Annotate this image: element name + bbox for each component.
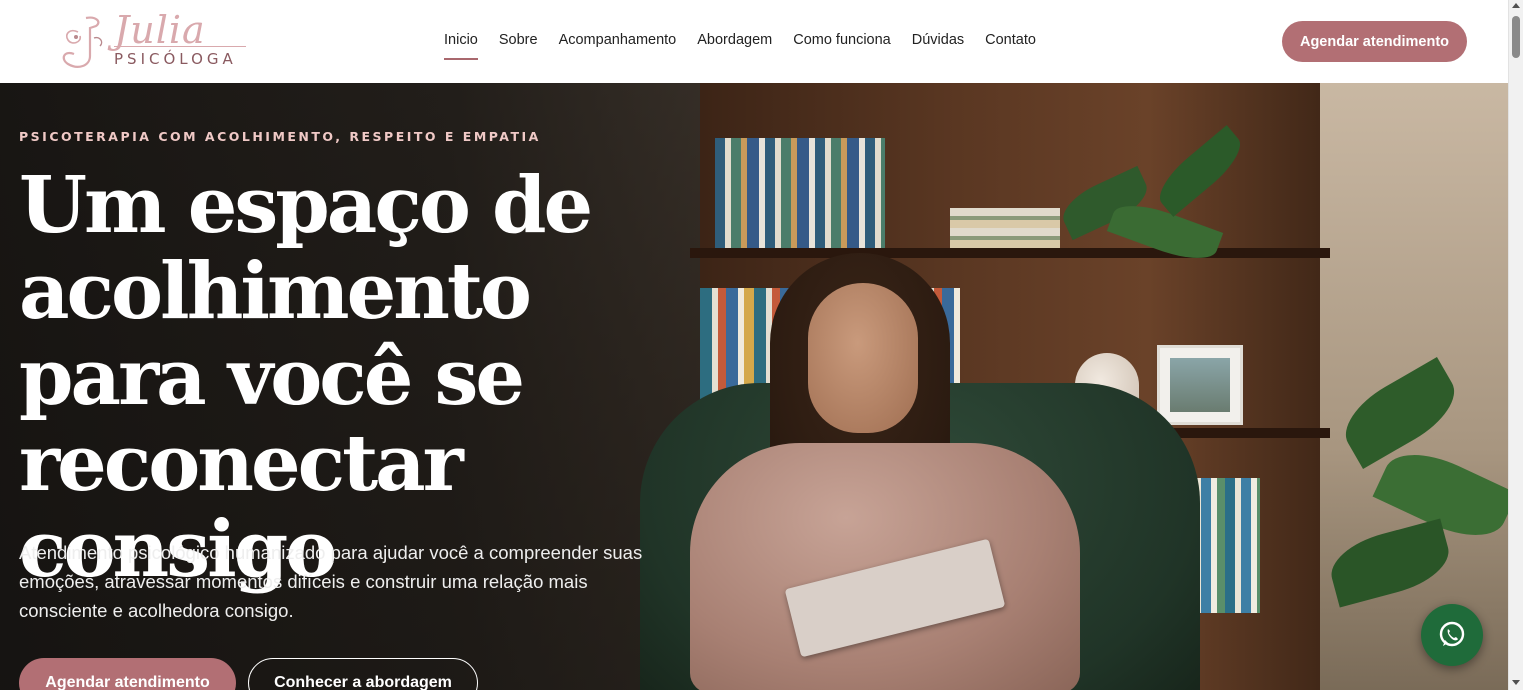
person-face: [808, 283, 918, 433]
shelf-board: [690, 248, 1330, 258]
nav-item-duvidas[interactable]: Dúvidas: [912, 32, 964, 48]
hero-subtitle: Atendimento psicológico humanizado para …: [19, 542, 643, 621]
nav-item-como-funciona[interactable]: Como funciona: [793, 32, 891, 48]
header-schedule-button[interactable]: Agendar atendimento: [1282, 21, 1467, 62]
nav-item-contato[interactable]: Contato: [985, 32, 1036, 48]
nav-item-sobre[interactable]: Sobre: [499, 32, 538, 48]
frame-photo: [1170, 358, 1230, 412]
nav-item-abordagem[interactable]: Abordagem: [697, 32, 772, 48]
hero-section: PSICOTERAPIA COM ACOLHIMENTO, RESPEITO E…: [0, 83, 1508, 690]
books: [715, 138, 885, 248]
scroll-thumb[interactable]: [1512, 16, 1520, 58]
page-scrollbar[interactable]: [1508, 0, 1523, 690]
whatsapp-button[interactable]: [1421, 604, 1483, 666]
logo-subtitle: PSICÓLOGA: [114, 50, 237, 68]
logo[interactable]: Julia PSICÓLOGA: [56, 8, 256, 74]
whatsapp-icon: [1439, 621, 1465, 647]
scroll-down-arrow-icon[interactable]: [1512, 680, 1520, 685]
hero-approach-button[interactable]: Conhecer a abordagem: [248, 658, 478, 690]
logo-monogram-icon: [62, 16, 103, 68]
books: [950, 208, 1060, 248]
scroll-up-arrow-icon[interactable]: [1512, 3, 1520, 8]
picture-frame: [1157, 345, 1243, 425]
logo-name: Julia: [114, 8, 206, 52]
hero-schedule-button[interactable]: Agendar atendimento: [19, 658, 236, 690]
hero-title: Um espaço de acolhimento para você se re…: [19, 160, 593, 595]
main-nav: Inicio Sobre Acompanhamento Abordagem Co…: [444, 32, 1057, 60]
nav-item-acompanhamento[interactable]: Acompanhamento: [559, 32, 677, 48]
nav-item-inicio[interactable]: Inicio: [444, 32, 478, 60]
site-header: Julia PSICÓLOGA Inicio Sobre Acompanhame…: [0, 0, 1508, 83]
hero-eyebrow: PSICOTERAPIA COM ACOLHIMENTO, RESPEITO E…: [19, 129, 541, 144]
